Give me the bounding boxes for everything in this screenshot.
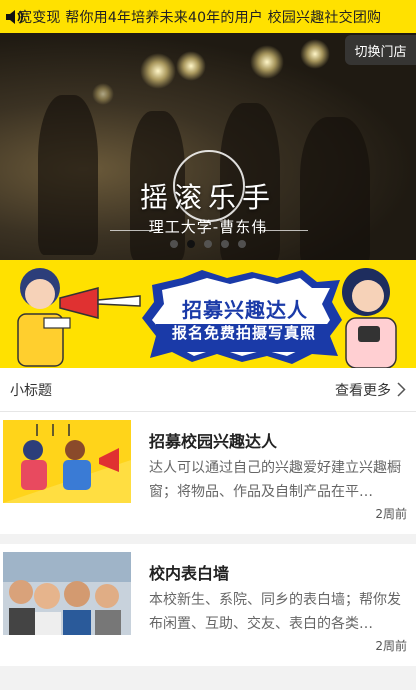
list-item[interactable]: 招募校园兴趣达人 达人可以通过自己的兴趣爱好建立兴趣橱窗；将物品、作品及自制产品… (0, 412, 416, 534)
card-timestamp: 2周前 (375, 507, 407, 521)
carousel-dot-active[interactable] (187, 240, 195, 248)
list-item[interactable]: 校内表白墙 本校新生、系院、同乡的表白墙；帮你发布闲置、互助、交友、表白的各类…… (0, 544, 416, 666)
hero-banner[interactable]: 摇滚乐手 理工大学-曹东伟 切换门店 (0, 33, 416, 260)
recruit-banner[interactable]: 招募兴趣达人 报名免费拍摄写真照 (0, 260, 416, 368)
hero-title: 摇滚乐手 (139, 181, 276, 214)
see-more-label: 查看更多 (335, 382, 391, 399)
carousel-dot[interactable] (170, 240, 178, 248)
section-header: 小标题 查看更多 (0, 368, 416, 412)
carousel-dot[interactable] (238, 240, 246, 248)
card-thumbnail (3, 552, 131, 635)
switch-store-button[interactable]: 切换门店 (345, 35, 416, 65)
card-description: 本校新生、系院、同乡的表白墙；帮你发布闲置、互助、交友、表白的各类… (149, 592, 401, 632)
chevron-right-icon (397, 382, 406, 397)
hero-subtitle: 理工大学-曹东伟 (148, 218, 268, 236)
camera-girl-illustration (342, 268, 397, 368)
megaphone-girl-illustration (17, 268, 141, 367)
card-timestamp: 2周前 (375, 639, 407, 653)
carousel-dot[interactable] (204, 240, 212, 248)
marquee-text: 宽变现 帮你用4年培养未来40年的用户 校园兴趣社交团购 (18, 9, 382, 26)
card-thumbnail (3, 420, 131, 503)
see-more-link[interactable]: 查看更多 (335, 380, 406, 400)
card-title: 招募校园兴趣达人 (149, 432, 278, 451)
recruit-subheadline: 报名免费拍摄写真照 (171, 324, 316, 342)
card-title: 校内表白墙 (149, 564, 230, 583)
notice-marquee[interactable]: 宽变现 帮你用4年培养未来40年的用户 校园兴趣社交团购 (0, 0, 416, 33)
carousel-dots (0, 240, 416, 248)
carousel-dot[interactable] (221, 240, 229, 248)
recruit-headline: 招募兴趣达人 (182, 298, 308, 322)
section-title: 小标题 (10, 382, 52, 399)
card-description: 达人可以通过自己的兴趣爱好建立兴趣橱窗；将物品、作品及自制产品在平… (149, 460, 401, 500)
